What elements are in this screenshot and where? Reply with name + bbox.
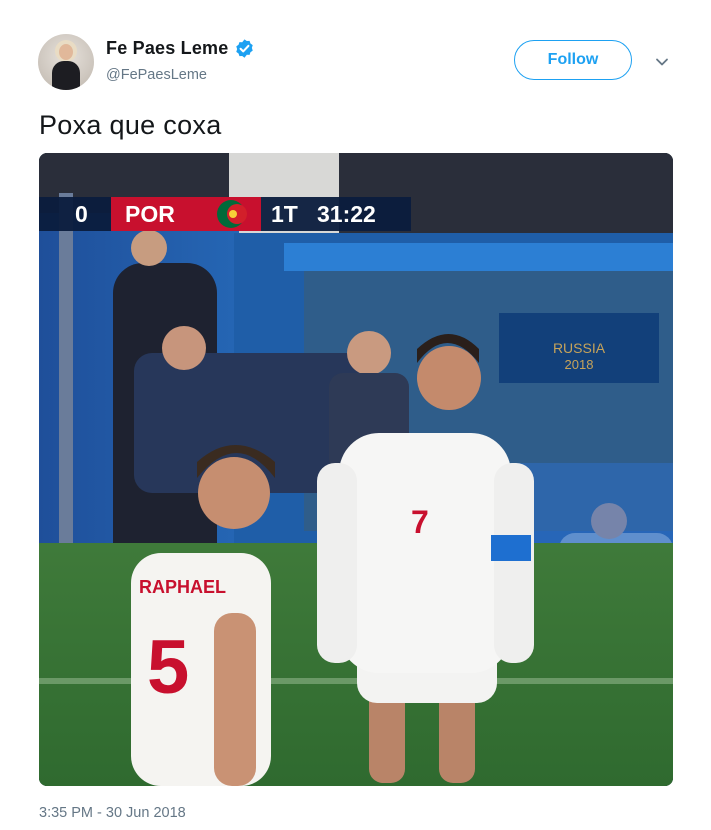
scoreboard-period: 1T [271, 201, 298, 227]
scoreboard-clock: 31:22 [317, 201, 376, 227]
user-handle[interactable]: @FePaesLeme [106, 67, 207, 83]
player-left-number: 5 [147, 625, 189, 710]
chevron-down-icon[interactable] [655, 55, 669, 69]
board-text-line2: 2018 [565, 357, 594, 372]
avatar-body [52, 61, 80, 90]
avatar[interactable] [38, 34, 94, 90]
verified-badge-icon [236, 39, 253, 58]
scoreboard-home-score: 0 [75, 201, 88, 227]
tweet-text: Poxa que coxa [39, 110, 222, 140]
scoreboard-team: POR [125, 201, 175, 227]
avatar-face [59, 44, 73, 60]
display-name[interactable]: Fe Paes Leme [106, 38, 228, 59]
player-right-number: 7 [411, 504, 429, 540]
player-left-name: RAPHAEL [139, 577, 226, 597]
follow-button[interactable]: Follow [514, 40, 632, 80]
board-text-line1: RUSSIA [553, 340, 606, 356]
tweet-media-photo[interactable]: RUSSIA 2018 7 RAPHAEL 5 0 POR 1T 31:22 [39, 153, 673, 786]
tweet-timestamp[interactable]: 3:35 PM - 30 Jun 2018 [39, 805, 186, 821]
match-photo-illustration: RUSSIA 2018 7 RAPHAEL 5 0 POR 1T 31:22 [39, 153, 673, 786]
